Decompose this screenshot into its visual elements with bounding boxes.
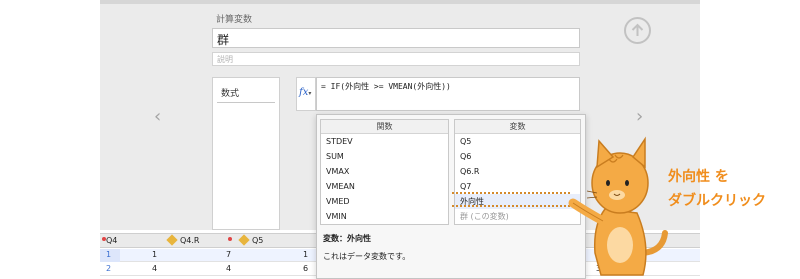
variable-item[interactable]: Q5 [455,134,580,149]
highlight-outline-bottom [452,205,570,207]
right-gutter [700,0,800,279]
table-cell[interactable]: 4 [152,264,157,273]
fx-function-button[interactable]: fx▾ [296,77,316,111]
chevron-left-icon[interactable]: ‹ [154,106,161,127]
row-index: 1 [106,250,112,259]
function-item[interactable]: STDEV [321,134,448,149]
cat-mascot-icon [568,136,668,276]
formula-label: 数式 [221,89,240,99]
section-label: 計算変数 [216,15,253,25]
table-cell[interactable]: 1 [152,250,157,259]
table-cell[interactable]: 7 [226,250,231,259]
table-cell[interactable]: 6 [303,264,308,273]
computed-column-icon [166,234,178,246]
formula-panel: 数式 [212,77,280,230]
variable-name-input[interactable]: 群 [212,28,580,48]
required-dot-icon [228,237,232,241]
help-text: これはデータ変数です。 [323,252,411,261]
arrow-up-icon [631,23,644,36]
stage: 計算変数 群 説明 ‹ › 数式 fx▾ = IF(外向性 >= VMEAN(外… [0,0,800,279]
function-item[interactable]: VMED [321,194,448,209]
table-cell[interactable]: 4 [226,264,231,273]
help-title: 変数：外向性 [323,234,371,243]
row-index: 2 [106,264,112,273]
annotation-line-1: 外向性 を [668,169,729,185]
formula-expression-input[interactable]: = IF(外向性 >= VMEAN(外向性)) [316,77,580,111]
variable-item[interactable]: Q6 [455,149,580,164]
highlight-outline-top [452,192,570,194]
variable-item-current: 群 (この変数) [460,212,509,221]
description-input[interactable]: 説明 [212,52,580,66]
variables-list: 変数 Q5 Q6 Q6.R Q7 外向性 群 (この変数) [454,119,581,225]
function-item[interactable]: VMIN [321,209,448,224]
dropdown-caret-icon: ▾ [308,90,312,97]
variable-item[interactable]: Q6.R [455,164,580,179]
column-header-q4r[interactable]: Q4.R [166,234,200,246]
functions-list: 関数 STDEV SUM VMAX VMEAN VMED VMIN [320,119,449,225]
fx-icon: fx [299,87,309,98]
function-item[interactable]: VMAX [321,164,448,179]
collapse-up-button[interactable] [624,17,651,44]
function-variable-dropdown: 関数 STDEV SUM VMAX VMEAN VMED VMIN 変数 Q5 … [316,114,586,279]
panel-top-bar [100,0,700,4]
table-cell[interactable]: 1 [303,250,308,259]
column-header-q5[interactable]: Q5 [238,234,263,246]
left-gutter [0,0,100,279]
functions-header: 関数 [321,120,448,134]
formula-divider [217,102,275,103]
function-item[interactable]: SUM [321,149,448,164]
column-header-q4[interactable]: Q4 [106,236,117,245]
annotation-line-2: ダブルクリック [668,193,766,209]
computed-column-icon [238,234,250,246]
variables-header: 変数 [455,120,580,134]
chevron-right-icon[interactable]: › [636,106,643,127]
function-item[interactable]: VMEAN [321,179,448,194]
